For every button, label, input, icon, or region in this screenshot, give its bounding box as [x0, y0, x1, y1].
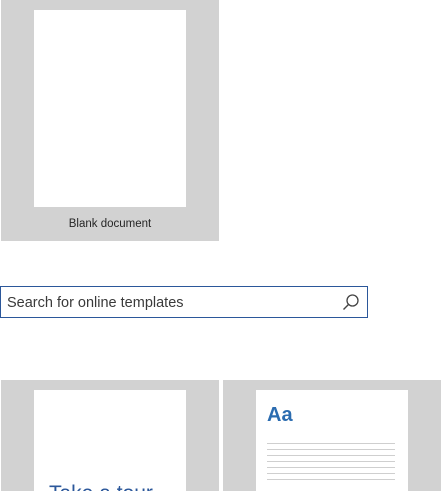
search-icon[interactable]: [341, 293, 361, 313]
tour-preview-text: Take a tour: [49, 482, 153, 491]
new-document-panel: Blank document Take a tour Aa: [0, 0, 441, 491]
style-preview-text: Aa: [267, 404, 293, 426]
search-input[interactable]: [7, 293, 327, 313]
style-preview-lines: [267, 443, 395, 485]
blank-page-preview: [34, 10, 186, 207]
take-a-tour-template[interactable]: Take a tour: [1, 380, 219, 491]
search-box[interactable]: [0, 286, 368, 318]
blank-document-caption: Blank document: [68, 218, 152, 230]
style-template[interactable]: Aa: [223, 380, 441, 491]
tour-page-preview: Take a tour: [34, 390, 186, 491]
blank-document-template[interactable]: Blank document: [1, 0, 219, 241]
style-page-preview: Aa: [256, 390, 408, 491]
